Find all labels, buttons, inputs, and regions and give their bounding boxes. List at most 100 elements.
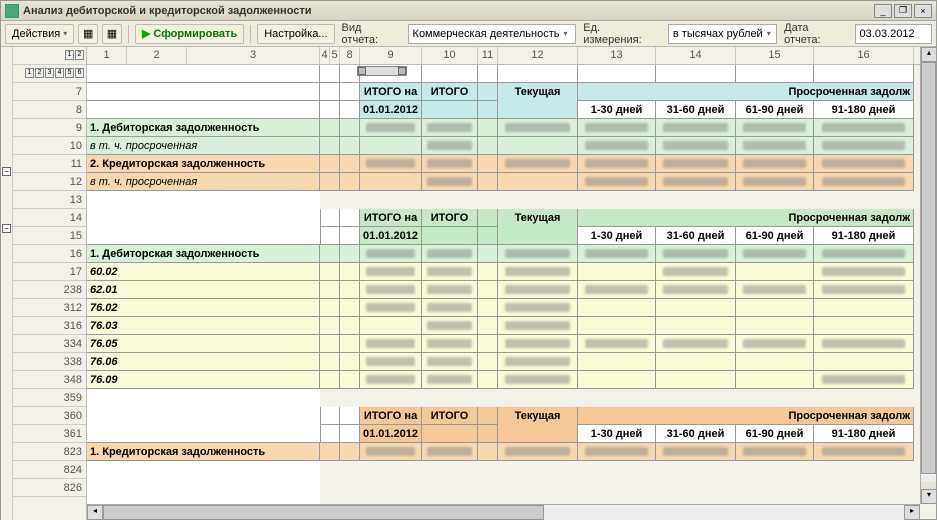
acct: 62.01 <box>87 281 320 299</box>
hdr-itogo-on: ИТОГО на <box>360 209 422 227</box>
row-num[interactable]: 316 <box>13 317 86 335</box>
acct: 76.06 <box>87 353 320 371</box>
row-num[interactable]: 312 <box>13 299 86 317</box>
row-num[interactable]: 359 <box>13 389 86 407</box>
hdr-itogo: ИТОГО <box>422 83 478 101</box>
scroll-right-icon[interactable]: ▸ <box>904 505 920 520</box>
row-kred1: 1. Кредиторская задолженность <box>87 443 320 461</box>
hdr-date: 01.01.2012 <box>360 425 422 443</box>
row-num[interactable]: 348 <box>13 371 86 389</box>
hlevel-3[interactable]: 3 <box>45 68 54 78</box>
report-type-select[interactable]: Коммерческая деятельность <box>408 24 577 44</box>
col-hdr[interactable]: 2 <box>127 47 187 64</box>
col-hdr[interactable]: 10 <box>422 47 478 64</box>
hdr-d2: 31-60 дней <box>656 227 736 245</box>
report-type-label: Вид отчета: <box>339 22 404 46</box>
unit-label: Ед. измерения: <box>580 22 664 46</box>
titlebar: Анализ дебиторской и кредиторской задолж… <box>1 1 936 21</box>
grid-area: 1 2 3 4 5 8 9 10 11 12 13 14 15 16 ИТОГО… <box>87 47 936 520</box>
col-hdr[interactable]: 12 <box>498 47 578 64</box>
scroll-left-icon[interactable]: ◂ <box>87 505 103 520</box>
col-hdr[interactable]: 14 <box>656 47 736 64</box>
row-num[interactable]: 238 <box>13 281 86 299</box>
col-hdr[interactable]: 4 <box>320 47 330 64</box>
hdr-d3: 61-90 дней <box>736 101 814 119</box>
row-deb: 1. Дебиторская задолженность <box>87 119 320 137</box>
separator <box>250 25 251 43</box>
col-hdr[interactable]: 15 <box>736 47 814 64</box>
col-hdr[interactable]: 8 <box>340 47 360 64</box>
outline-slider[interactable] <box>357 66 407 76</box>
hdr-d3: 61-90 дней <box>736 425 814 443</box>
collapse-button[interactable]: − <box>2 224 11 233</box>
hdr-overdue: Просроченная задолж <box>578 83 914 101</box>
col-hdr[interactable]: 11 <box>478 47 498 64</box>
row-num[interactable]: 13 <box>13 191 86 209</box>
col-hdr[interactable]: 1 <box>87 47 127 64</box>
row-deb-over: в т. ч. просроченная <box>87 137 320 155</box>
col-hdr[interactable]: 5 <box>330 47 340 64</box>
restore-button[interactable]: ❐ <box>894 4 912 18</box>
hdr-itogo: ИТОГО <box>422 209 478 227</box>
tool-icon-1[interactable]: ▦ <box>78 24 98 44</box>
hdr-itogo-on: ИТОГО на <box>360 83 422 101</box>
hdr-current: Текущая <box>498 407 578 425</box>
separator <box>128 25 129 43</box>
toolbar: Действия ▦ ▦ Сформировать Настройка... В… <box>1 21 936 47</box>
scroll-down-icon[interactable]: ▾ <box>921 489 936 504</box>
run-button[interactable]: Сформировать <box>135 24 244 44</box>
settings-button[interactable]: Настройка... <box>257 24 334 44</box>
scrollbar-horizontal[interactable]: ◂ ▸ <box>87 504 920 520</box>
row-num[interactable]: 10 <box>13 137 86 155</box>
hdr-d4: 91-180 дней <box>814 227 914 245</box>
scroll-up-icon[interactable]: ▴ <box>921 47 936 62</box>
level-1[interactable]: 1 <box>65 50 74 60</box>
actions-menu[interactable]: Действия <box>5 24 74 44</box>
row-num[interactable]: 7 <box>13 83 86 101</box>
hlevel-5[interactable]: 5 <box>65 68 74 78</box>
level-2[interactable]: 2 <box>75 50 84 60</box>
hdr-d1: 1-30 дней <box>578 101 656 119</box>
row-num[interactable]: 11 <box>13 155 86 173</box>
col-hdr[interactable]: 16 <box>814 47 914 64</box>
collapse-button[interactable]: − <box>2 167 11 176</box>
acct: 76.03 <box>87 317 320 335</box>
unit-select[interactable]: в тысячах рублей <box>668 24 777 44</box>
row-num[interactable]: 334 <box>13 335 86 353</box>
row-num[interactable]: 826 <box>13 479 86 497</box>
row-num[interactable]: 12 <box>13 173 86 191</box>
acct: 76.02 <box>87 299 320 317</box>
date-label: Дата отчета: <box>781 22 850 46</box>
row-num[interactable]: 15 <box>13 227 86 245</box>
col-hdr[interactable]: 13 <box>578 47 656 64</box>
col-hdr[interactable]: 3 <box>187 47 320 64</box>
row-num[interactable]: 9 <box>13 119 86 137</box>
hdr-d4: 91-180 дней <box>814 101 914 119</box>
row-num[interactable]: 361 <box>13 425 86 443</box>
hdr-d1: 1-30 дней <box>578 227 656 245</box>
hlevel-1[interactable]: 1 <box>25 68 34 78</box>
col-hdr[interactable]: 9 <box>360 47 422 64</box>
row-num[interactable]: 824 <box>13 461 86 479</box>
date-input[interactable]: 03.03.2012 <box>855 24 932 44</box>
row-num[interactable]: 823 <box>13 443 86 461</box>
hdr-d1: 1-30 дней <box>578 425 656 443</box>
close-button[interactable]: × <box>914 4 932 18</box>
row-num[interactable]: 17 <box>13 263 86 281</box>
hlevel-6[interactable]: 6 <box>75 68 84 78</box>
row-num[interactable]: 16 <box>13 245 86 263</box>
acct: 76.05 <box>87 335 320 353</box>
hdr-overdue: Просроченная задолж <box>578 407 914 425</box>
minimize-button[interactable]: _ <box>874 4 892 18</box>
row-num[interactable]: 8 <box>13 101 86 119</box>
row-num[interactable]: 338 <box>13 353 86 371</box>
spreadsheet[interactable]: ИТОГО на ИТОГО Текущая Просроченная задо… <box>87 65 936 515</box>
hdr-d2: 31-60 дней <box>656 425 736 443</box>
scrollbar-vertical[interactable]: ▴ ▾ <box>920 47 936 504</box>
row-num[interactable]: 14 <box>13 209 86 227</box>
hlevel-2[interactable]: 2 <box>35 68 44 78</box>
hdr-current: Текущая <box>498 209 578 227</box>
row-num[interactable]: 360 <box>13 407 86 425</box>
hlevel-4[interactable]: 4 <box>55 68 64 78</box>
tool-icon-2[interactable]: ▦ <box>102 24 122 44</box>
